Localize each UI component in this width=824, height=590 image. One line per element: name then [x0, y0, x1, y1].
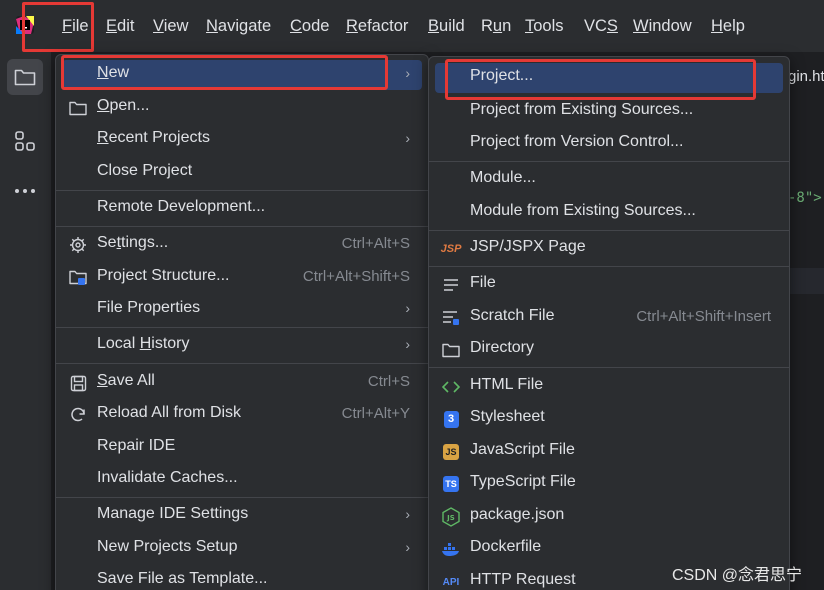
new-menu-html-file[interactable]: HTML File	[435, 372, 783, 402]
save-icon	[68, 373, 88, 393]
new-menu-stylesheet[interactable]: 3 Stylesheet	[435, 404, 783, 434]
menu-code[interactable]: Code	[290, 15, 329, 37]
folder-icon	[68, 98, 88, 118]
new-menu-javascript-file[interactable]: JS JavaScript File	[435, 437, 783, 467]
new-menu-project-existing-sources[interactable]: Project from Existing Sources...	[435, 97, 783, 127]
structure-tool-button[interactable]	[7, 123, 43, 159]
jsp-icon: JSP	[440, 243, 462, 255]
chevron-right-icon: ›	[405, 300, 410, 316]
menu-build[interactable]: Build	[428, 15, 465, 37]
main-menu-bar: File Edit View Navigate Code Refactor Bu…	[0, 0, 824, 52]
folder-icon	[14, 69, 36, 86]
file-menu-settings[interactable]: Settings... Ctrl+Alt+S	[62, 230, 422, 260]
menu-window[interactable]: Window	[633, 15, 692, 37]
new-menu-directory[interactable]: Directory	[435, 335, 783, 365]
left-tool-strip	[0, 52, 52, 590]
menu-separator	[56, 226, 428, 227]
menu-separator	[429, 230, 789, 231]
chevron-right-icon: ›	[405, 539, 410, 555]
css-icon: 3	[441, 409, 461, 429]
chevron-right-icon: ›	[405, 65, 410, 81]
menu-vcs[interactable]: VCS	[584, 15, 618, 37]
docker-icon	[441, 539, 461, 559]
file-menu-local-history[interactable]: Local History ›	[62, 331, 422, 361]
api-icon: API	[442, 576, 460, 588]
svg-text:JS: JS	[446, 514, 455, 522]
watermark-text: CSDN @念君思宁	[672, 567, 803, 584]
file-lines-icon	[441, 275, 461, 295]
file-menu-file-properties[interactable]: File Properties ›	[62, 295, 422, 325]
gear-icon	[68, 235, 88, 255]
settings-shortcut: Ctrl+Alt+S	[341, 235, 410, 252]
menu-separator	[56, 363, 428, 364]
menu-view[interactable]: View	[153, 15, 188, 37]
menu-edit[interactable]: Edit	[106, 15, 134, 37]
file-menu-recent-projects[interactable]: Recent Projects ›	[62, 125, 422, 155]
menu-refactor[interactable]: Refactor	[346, 15, 408, 37]
new-menu-module[interactable]: Module...	[435, 165, 783, 195]
file-menu-project-structure[interactable]: Project Structure... Ctrl+Alt+Shift+S	[62, 263, 422, 293]
reload-icon	[68, 405, 88, 425]
file-menu-remote-development[interactable]: Remote Development...	[62, 194, 422, 224]
javascript-icon: JS	[441, 442, 461, 462]
nodejs-icon: JS	[441, 507, 461, 527]
menu-navigate[interactable]: Navigate	[206, 15, 271, 37]
typescript-icon: TS	[441, 474, 461, 494]
file-menu-open[interactable]: Open...	[62, 93, 422, 123]
file-menu-popup: New › Open... Recent Projects › Close Pr…	[55, 54, 429, 590]
menu-help[interactable]: Help	[711, 15, 745, 37]
menu-separator	[429, 161, 789, 162]
file-menu-invalidate-caches[interactable]: Invalidate Caches...	[62, 465, 422, 495]
menu-separator	[56, 190, 428, 191]
file-menu-new[interactable]: New ›	[62, 60, 422, 90]
editor-tab-title[interactable]: gin.ht	[788, 68, 824, 85]
menu-separator	[56, 497, 428, 498]
new-menu-module-existing-sources[interactable]: Module from Existing Sources...	[435, 198, 783, 228]
scratch-file-icon	[441, 308, 461, 328]
file-menu-close-project[interactable]: Close Project	[62, 158, 422, 188]
editor-current-line	[788, 268, 824, 294]
new-menu-dockerfile[interactable]: Dockerfile	[435, 534, 783, 564]
new-submenu-popup: Project... Project from Existing Sources…	[428, 56, 790, 590]
html-icon	[441, 377, 461, 397]
menu-separator	[429, 266, 789, 267]
project-structure-icon	[68, 268, 88, 288]
more-tools-button[interactable]	[7, 173, 43, 209]
new-menu-jsp-page[interactable]: JSP JSP/JSPX Page	[435, 234, 783, 264]
file-menu-repair-ide[interactable]: Repair IDE	[62, 433, 422, 463]
file-menu-new-projects-setup[interactable]: New Projects Setup ›	[62, 534, 422, 564]
file-menu-reload-all[interactable]: Reload All from Disk Ctrl+Alt+Y	[62, 400, 422, 430]
project-tool-button[interactable]	[7, 59, 43, 95]
menu-tools[interactable]: Tools	[525, 15, 564, 37]
editor-code-fragment: -8">	[788, 190, 822, 206]
folder-icon	[441, 340, 461, 360]
chevron-right-icon: ›	[405, 130, 410, 146]
structure-icon	[15, 131, 35, 151]
menu-run[interactable]: Run	[481, 15, 511, 37]
new-menu-file[interactable]: File	[435, 270, 783, 300]
new-menu-project[interactable]: Project...	[435, 63, 783, 93]
file-menu-manage-ide-settings[interactable]: Manage IDE Settings ›	[62, 501, 422, 531]
menu-separator	[429, 367, 789, 368]
file-menu-save-as-template[interactable]: Save File as Template...	[62, 566, 422, 590]
file-menu-save-all[interactable]: Save All Ctrl+S	[62, 368, 422, 398]
new-menu-package-json[interactable]: JS package.json	[435, 502, 783, 532]
file-menu-annotation-box	[22, 2, 94, 52]
chevron-right-icon: ›	[405, 506, 410, 522]
new-menu-project-vcs[interactable]: Project from Version Control...	[435, 129, 783, 159]
more-dots-icon	[15, 189, 35, 193]
new-menu-scratch-file[interactable]: Scratch File Ctrl+Alt+Shift+Insert	[435, 303, 783, 333]
new-menu-typescript-file[interactable]: TS TypeScript File	[435, 469, 783, 499]
chevron-right-icon: ›	[405, 336, 410, 352]
menu-separator	[56, 327, 428, 328]
